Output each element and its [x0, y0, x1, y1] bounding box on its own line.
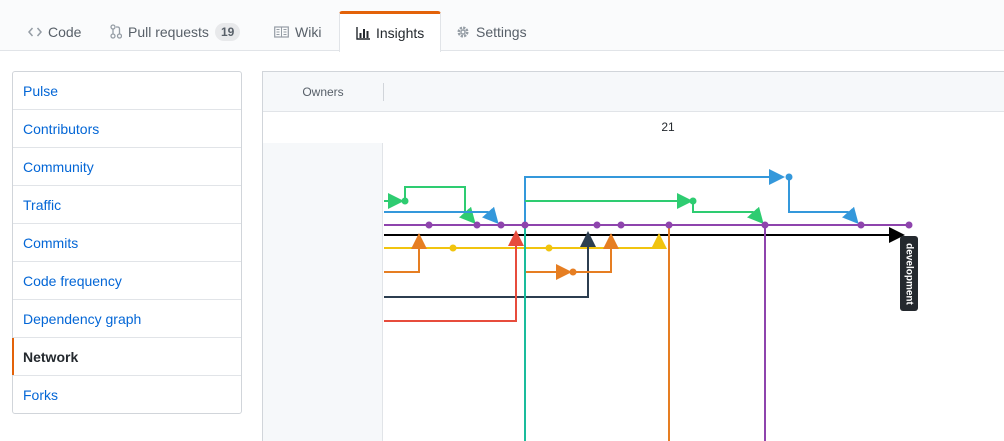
menu-item-contributors[interactable]: Contributors — [13, 110, 241, 148]
tab-code[interactable]: Code — [12, 11, 97, 52]
commit-dot — [425, 221, 433, 229]
branch-line-green-right — [692, 201, 764, 224]
commit-dot — [569, 268, 577, 276]
branch-line-yellow — [384, 233, 667, 249]
commit-dot — [545, 244, 553, 252]
insights-sidebar-menu: Pulse Contributors Community Traffic Com… — [12, 71, 242, 414]
book-icon — [274, 25, 289, 38]
commit-dot — [401, 197, 409, 205]
menu-item-pulse[interactable]: Pulse — [13, 72, 241, 110]
branch-line-blue-left — [384, 206, 499, 224]
tab-wiki-label: Wiki — [295, 23, 322, 40]
commit-dot — [473, 221, 481, 229]
branch-line-orange-left — [384, 233, 427, 273]
commit-dot — [689, 197, 697, 205]
commit-dot — [761, 221, 769, 229]
commit-dot — [497, 221, 505, 229]
menu-item-traffic[interactable]: Traffic — [13, 186, 241, 224]
menu-item-community[interactable]: Community — [13, 148, 241, 186]
branch-line-navy — [384, 231, 596, 298]
branch-label-development[interactable]: development — [900, 236, 918, 311]
tab-wiki[interactable]: Wiki — [258, 11, 337, 52]
gear-icon — [456, 25, 470, 39]
tab-settings[interactable]: Settings — [440, 11, 543, 52]
repo-tab-bar: Code Pull requests 19 Wiki Insights Sett… — [0, 0, 1004, 52]
commit-dot — [449, 244, 457, 252]
branch-line-orange-merge — [573, 233, 619, 273]
pull-requests-count-badge: 19 — [214, 22, 241, 41]
menu-item-commits[interactable]: Commits — [13, 224, 241, 262]
tab-pull-requests-label: Pull requests — [128, 23, 209, 40]
menu-item-forks[interactable]: Forks — [13, 376, 241, 414]
commit-dot — [785, 173, 793, 181]
branch-line-green-loop — [404, 186, 476, 224]
commit-dot — [665, 221, 673, 229]
tab-pull-requests[interactable]: Pull requests 19 — [94, 11, 256, 52]
graph-icon — [356, 26, 370, 40]
network-graph[interactable]: Owners 21 development — [262, 71, 1004, 441]
branch-line-blue-right — [788, 177, 859, 224]
menu-item-code-frequency[interactable]: Code frequency — [13, 262, 241, 300]
commit-dot — [521, 221, 529, 229]
branch-graph-canvas — [384, 169, 913, 441]
commit-dot — [905, 221, 913, 229]
tab-insights[interactable]: Insights — [339, 11, 441, 52]
git-pull-request-icon — [110, 24, 122, 39]
tab-code-label: Code — [48, 23, 82, 40]
commit-dot — [617, 221, 625, 229]
menu-item-dependency-graph[interactable]: Dependency graph — [13, 300, 241, 338]
commit-dot — [857, 221, 865, 229]
tab-insights-label: Insights — [376, 25, 425, 41]
menu-item-network[interactable]: Network — [12, 338, 241, 376]
code-icon — [28, 26, 42, 38]
tab-settings-label: Settings — [476, 23, 527, 40]
commit-dot — [593, 221, 601, 229]
